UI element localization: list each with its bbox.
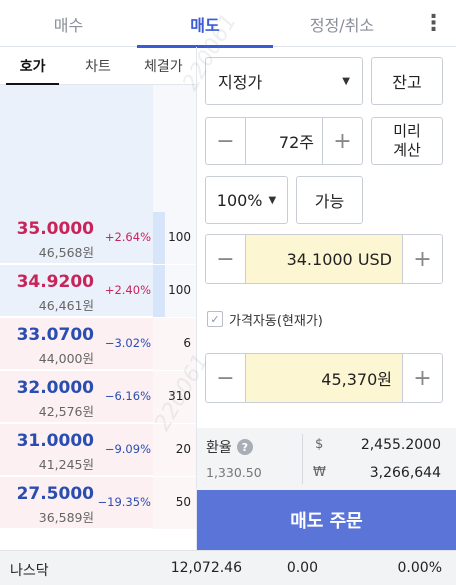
krw-total: 3,266,644 (369, 465, 441, 481)
ask-rate: +2.40% (104, 283, 151, 297)
auto-price-label: 가격자동(현재가) (229, 313, 323, 329)
bid-qty: 6 (183, 336, 191, 350)
krw-price-input[interactable]: 45,370원 (246, 354, 402, 402)
exchange-rate-label: 환율 ? (206, 437, 253, 457)
usd-symbol: $ (315, 437, 324, 452)
quantity-stepper: − 72주 + (205, 117, 363, 165)
bid-price-krw: 41,245원 (38, 457, 94, 472)
price-input[interactable]: 34.1000 USD (246, 235, 402, 283)
tab-quotes[interactable]: 호가 (0, 47, 65, 85)
bid-price: 33.0700 (16, 325, 94, 345)
ask-rate: +2.64% (104, 230, 151, 244)
tab-buy[interactable]: 매수 (0, 0, 137, 47)
bid-qty: 20 (175, 442, 191, 456)
price-stepper: − 34.1000 USD + (205, 234, 443, 284)
market-ticker[interactable]: 나스닥 12,072.46 0.00 0.00% (0, 550, 456, 585)
exchange-rate-panel: 환율 ? 1,330.50 $ 2,455.2000 ₩ 3,266,644 (197, 428, 456, 490)
ask-price: 34.9200 (16, 272, 94, 292)
ticker-change: 0.00 (286, 560, 318, 576)
percent-select[interactable]: 100% ▼ (205, 176, 288, 224)
bid-price: 31.0000 (16, 431, 94, 451)
ticker-index: 12,072.46 (170, 560, 242, 576)
bid-rate: −3.02% (104, 336, 151, 350)
auto-price-checkbox-row[interactable]: ✓ 가격자동(현재가) (207, 309, 323, 329)
usd-total: 2,455.2000 (360, 437, 441, 453)
price-minus-button[interactable]: − (206, 235, 246, 283)
bid-price-krw: 36,589원 (38, 510, 94, 525)
caret-down-icon: ▼ (342, 75, 350, 87)
order-book-empty-area (0, 85, 153, 212)
bid-price: 32.0000 (16, 378, 94, 398)
bid-price-krw: 42,576원 (38, 404, 94, 419)
ask-price: 35.0000 (16, 219, 94, 239)
precalc-label-line1: 미리 (393, 122, 421, 140)
sell-order-button[interactable]: 매도 주문 (197, 490, 456, 550)
bid-rate: −9.09% (104, 442, 151, 456)
precalc-button[interactable]: 미리 계산 (371, 117, 443, 165)
ask-row[interactable]: 35.0000 46,568원 +2.64% 100 (0, 212, 196, 264)
tab-sell[interactable]: 매도 (137, 0, 273, 48)
quantity-input[interactable]: 72주 (246, 118, 322, 164)
bid-qty: 50 (175, 495, 191, 509)
ticker-name: 나스닥 (10, 563, 49, 579)
ticker-percent: 0.00% (397, 560, 442, 576)
more-vertical-icon[interactable]: ⋮ (411, 0, 456, 47)
krw-plus-button[interactable]: + (402, 354, 442, 402)
ask-price-krw: 46,461원 (38, 298, 94, 313)
exchange-rate-value: 1,330.50 (206, 465, 262, 480)
exchange-rate-title: 환율 (206, 440, 232, 456)
order-book-empty-qty (153, 85, 196, 212)
krw-price-stepper: − 45,370원 + (205, 353, 443, 403)
quantity-plus-button[interactable]: + (322, 118, 362, 164)
ask-row[interactable]: 34.9200 46,461원 +2.40% 100 (0, 265, 196, 317)
tab-modify-cancel[interactable]: 정정/취소 (273, 0, 411, 47)
balance-button[interactable]: 잔고 (371, 57, 443, 105)
tab-chart[interactable]: 차트 (65, 47, 130, 84)
bid-row[interactable]: 27.5000 36,589원 −19.35% 50 (0, 477, 196, 529)
ask-price-krw: 46,568원 (38, 245, 94, 260)
krw-minus-button[interactable]: − (206, 354, 246, 402)
sub-tab-bar: 호가 차트 체결가 (0, 47, 196, 85)
tab-executions[interactable]: 체결가 (131, 47, 196, 84)
top-tab-bar: 매수 매도 정정/취소 ⋮ (0, 0, 456, 48)
order-type-select[interactable]: 지정가 ▼ (205, 57, 363, 105)
bid-rate: −19.35% (97, 495, 152, 509)
bid-rate: −6.16% (104, 389, 151, 403)
divider (302, 434, 303, 484)
percent-value: 100% (216, 190, 263, 210)
precalc-label-line2: 계산 (393, 141, 421, 159)
bid-row[interactable]: 31.0000 41,245원 −9.09% 20 (0, 424, 196, 476)
order-book: 35.0000 46,568원 +2.64% 100 34.9200 46,46… (0, 85, 196, 550)
price-plus-button[interactable]: + (402, 235, 442, 283)
bid-price: 27.5000 (16, 484, 94, 504)
available-button[interactable]: 가능 (296, 176, 363, 224)
bid-price-krw: 44,000원 (38, 351, 94, 366)
krw-symbol: ₩ (313, 465, 326, 480)
ask-qty: 100 (168, 283, 191, 297)
bid-row[interactable]: 33.0700 44,000원 −3.02% 6 (0, 318, 196, 370)
quantity-minus-button[interactable]: − (206, 118, 246, 164)
bid-qty: 310 (168, 389, 191, 403)
checkbox[interactable]: ✓ (207, 311, 223, 327)
bid-row[interactable]: 32.0000 42,576원 −6.16% 310 (0, 371, 196, 423)
ask-qty: 100 (168, 230, 191, 244)
caret-down-icon: ▼ (268, 194, 277, 206)
order-type-value: 지정가 (218, 73, 263, 92)
help-icon[interactable]: ? (236, 439, 253, 455)
